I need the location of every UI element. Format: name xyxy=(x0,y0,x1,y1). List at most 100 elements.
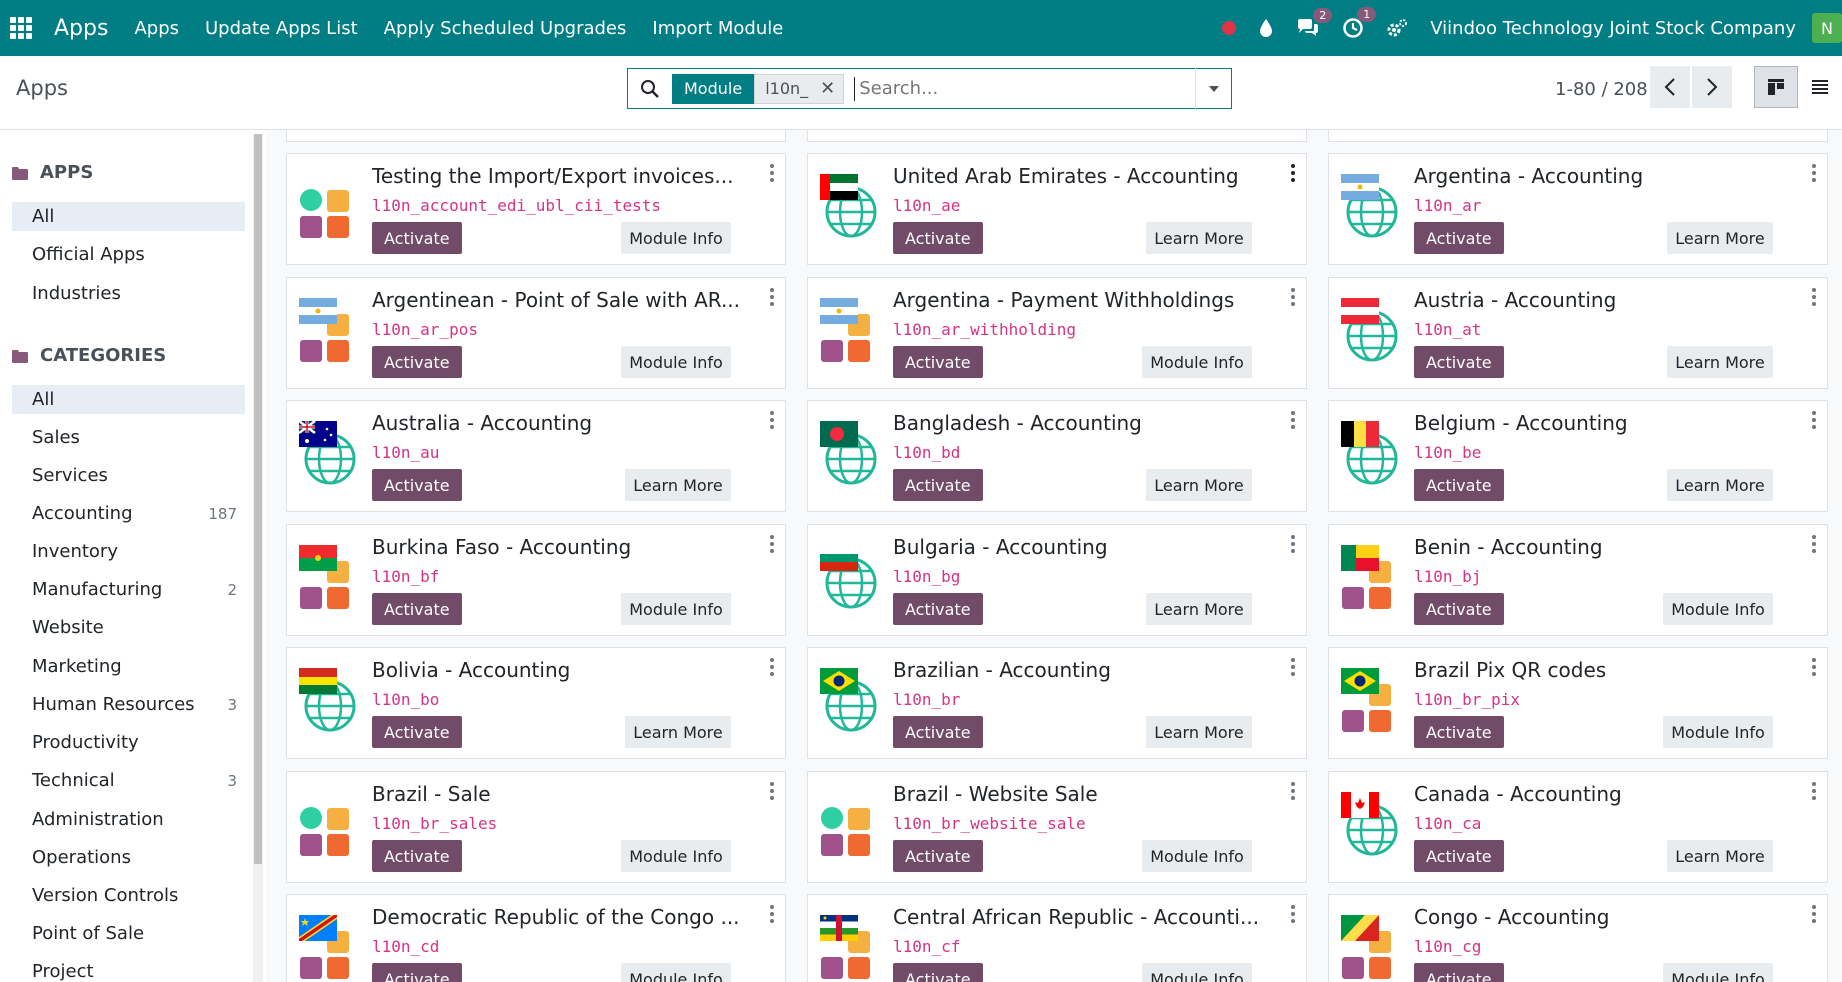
more-options-icon[interactable] xyxy=(1811,411,1817,429)
module-card[interactable]: Congo - Accounting l10n_cg Activate Module … xyxy=(1328,894,1828,982)
menu-import-module[interactable]: Import Module xyxy=(652,18,783,39)
module-card[interactable]: Brazilian - Accounting l10n_br Activate Lea… xyxy=(807,647,1307,759)
module-card[interactable]: Burkina Faso - Accounting l10n_bf Activate… xyxy=(286,524,786,636)
module-card[interactable]: Canada - Accounting l10n_ca Activate Learn … xyxy=(1328,771,1828,883)
more-options-icon[interactable] xyxy=(769,535,775,553)
pager-next-button[interactable] xyxy=(1692,66,1732,108)
more-options-icon[interactable] xyxy=(769,658,775,676)
module-info-button[interactable]: Module Info xyxy=(1142,963,1252,982)
search-input[interactable] xyxy=(854,76,1195,101)
module-info-button[interactable]: Module Info xyxy=(621,963,731,982)
module-card[interactable]: Brazil - Website Sale l10n_br_website_sal… xyxy=(807,771,1307,883)
category-item-5[interactable]: Manufacturing 2 xyxy=(12,575,245,604)
module-card[interactable]: Belgium - Accounting l10n_be Activate Learn… xyxy=(1328,400,1828,512)
messages-icon[interactable]: 2 xyxy=(1296,8,1333,38)
more-options-icon[interactable] xyxy=(1811,288,1817,306)
module-info-button[interactable]: Module Info xyxy=(1142,840,1252,872)
apps-filter-all[interactable]: All xyxy=(12,202,245,231)
activate-button[interactable]: Activate xyxy=(1414,593,1504,625)
more-options-icon[interactable] xyxy=(1290,411,1296,429)
menu-update-apps-list[interactable]: Update Apps List xyxy=(205,18,358,39)
module-card[interactable]: Brazil - Sale l10n_br_sales Activate Module… xyxy=(286,771,786,883)
app-menu-icon[interactable] xyxy=(10,17,32,39)
apps-filter-official[interactable]: Official Apps xyxy=(12,240,245,269)
module-info-button[interactable]: Module Info xyxy=(1663,593,1773,625)
user-avatar[interactable]: N xyxy=(1812,13,1842,43)
category-item-6[interactable]: Website xyxy=(12,613,245,642)
module-card[interactable]: United Arab Emirates - Accounting l10n_ae… xyxy=(807,153,1307,265)
category-item-13[interactable]: Version Controls xyxy=(12,881,245,910)
more-options-icon[interactable] xyxy=(769,411,775,429)
module-card[interactable]: Argentina - Payment Withholdings l10n_ar_… xyxy=(807,277,1307,389)
more-options-icon[interactable] xyxy=(1290,782,1296,800)
module-card-partial[interactable] xyxy=(1328,130,1828,142)
list-view-button[interactable] xyxy=(1798,66,1842,108)
brand-title[interactable]: Apps xyxy=(54,16,108,41)
category-item-2[interactable]: Services xyxy=(12,461,245,490)
category-item-15[interactable]: Project xyxy=(12,957,245,982)
activate-button[interactable]: Activate xyxy=(372,469,462,501)
activate-button[interactable]: Activate xyxy=(372,346,462,378)
more-options-icon[interactable] xyxy=(769,164,775,182)
activate-button[interactable]: Activate xyxy=(1414,963,1504,982)
activate-button[interactable]: Activate xyxy=(372,963,462,982)
more-options-icon[interactable] xyxy=(1290,164,1296,182)
category-item-3[interactable]: Accounting 187 xyxy=(12,499,245,528)
search-bar[interactable]: Module l10n_ ✕ xyxy=(627,68,1232,109)
module-info-button[interactable]: Module Info xyxy=(621,346,731,378)
learn-more-button[interactable]: Learn More xyxy=(1146,716,1252,748)
activate-button[interactable]: Activate xyxy=(1414,469,1504,501)
activate-button[interactable]: Activate xyxy=(893,840,983,872)
more-options-icon[interactable] xyxy=(1290,658,1296,676)
activate-button[interactable]: Activate xyxy=(372,716,462,748)
module-card[interactable]: Bolivia - Accounting l10n_bo Activate Learn… xyxy=(286,647,786,759)
activity-clock-icon[interactable]: 1 xyxy=(1342,7,1377,39)
module-info-button[interactable]: Module Info xyxy=(621,840,731,872)
debug-indicator[interactable] xyxy=(1222,21,1237,35)
more-options-icon[interactable] xyxy=(1290,288,1296,306)
menu-apps[interactable]: Apps xyxy=(134,18,179,39)
category-item-4[interactable]: Inventory xyxy=(12,537,245,566)
more-options-icon[interactable] xyxy=(1811,535,1817,553)
activate-button[interactable]: Activate xyxy=(1414,716,1504,748)
activate-button[interactable]: Activate xyxy=(893,963,983,982)
drop-icon[interactable] xyxy=(1258,18,1274,38)
category-item-14[interactable]: Point of Sale xyxy=(12,919,245,948)
module-card-partial[interactable] xyxy=(807,130,1307,142)
module-card[interactable]: Democratic Republic of the Congo ... l10n… xyxy=(286,894,786,982)
module-info-button[interactable]: Module Info xyxy=(621,593,731,625)
close-icon[interactable]: ✕ xyxy=(820,78,835,99)
more-options-icon[interactable] xyxy=(1811,658,1817,676)
apps-filter-industries[interactable]: Industries xyxy=(12,279,245,308)
more-options-icon[interactable] xyxy=(769,288,775,306)
more-options-icon[interactable] xyxy=(1290,905,1296,923)
pager-value[interactable]: 1-80 / 208 xyxy=(1555,79,1648,100)
pager-previous-button[interactable] xyxy=(1650,66,1690,108)
more-options-icon[interactable] xyxy=(769,905,775,923)
learn-more-button[interactable]: Learn More xyxy=(1667,346,1773,378)
kanban-view-button[interactable] xyxy=(1754,66,1798,108)
more-options-icon[interactable] xyxy=(1811,905,1817,923)
category-item-10[interactable]: Technical 3 xyxy=(12,766,245,795)
module-card[interactable]: Brazil Pix QR codes l10n_br_pix Activate Mo… xyxy=(1328,647,1828,759)
more-options-icon[interactable] xyxy=(1290,535,1296,553)
search-options-toggle[interactable] xyxy=(1195,68,1231,109)
activate-button[interactable]: Activate xyxy=(893,593,983,625)
learn-more-button[interactable]: Learn More xyxy=(1667,840,1773,872)
activate-button[interactable]: Activate xyxy=(372,840,462,872)
category-item-1[interactable]: Sales xyxy=(12,423,245,452)
activate-button[interactable]: Activate xyxy=(372,222,462,254)
activate-button[interactable]: Activate xyxy=(1414,222,1504,254)
module-card-partial[interactable] xyxy=(286,130,786,142)
category-item-9[interactable]: Productivity xyxy=(12,728,245,757)
module-card[interactable]: Testing the Import/Export invoices... l10… xyxy=(286,153,786,265)
module-info-button[interactable]: Module Info xyxy=(1142,346,1252,378)
module-card[interactable]: Benin - Accounting l10n_bj Activate Module … xyxy=(1328,524,1828,636)
menu-apply-scheduled-upgrades[interactable]: Apply Scheduled Upgrades xyxy=(384,18,627,39)
category-item-11[interactable]: Administration xyxy=(12,805,245,834)
learn-more-button[interactable]: Learn More xyxy=(625,716,731,748)
more-options-icon[interactable] xyxy=(1811,782,1817,800)
module-card[interactable]: Australia - Accounting l10n_au Activate Lea… xyxy=(286,400,786,512)
activate-button[interactable]: Activate xyxy=(893,716,983,748)
sidebar-scrollbar[interactable] xyxy=(253,134,263,982)
